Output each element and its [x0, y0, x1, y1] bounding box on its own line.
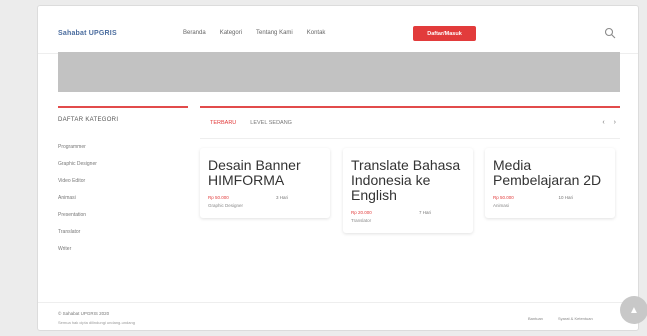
job-card[interactable]: Desain Banner HIMFORMA Rp 50.000 3 Hari …: [200, 148, 330, 218]
job-meta: Rp 20.000 7 Hari: [351, 210, 431, 215]
sidebar-title: DAFTAR KATEGORI: [58, 117, 119, 123]
footer: © Sahabat UPGRIS 2020 Semua hak cipta di…: [38, 302, 638, 330]
category-video-editor[interactable]: Video Editor: [58, 178, 188, 195]
job-card[interactable]: Media Pembelajaran 2D Rp 50.000 10 Hari …: [485, 148, 615, 218]
job-category: Animasi: [493, 203, 510, 208]
job-title: Translate Bahasa Indonesia ke English: [351, 157, 461, 203]
job-category: Translator: [351, 218, 372, 223]
job-title: Desain Banner HIMFORMA: [208, 157, 301, 188]
main-content: TERBARU LEVEL SEDANG ‹ › Desain Banner H…: [200, 106, 620, 233]
chevron-right-icon[interactable]: ›: [614, 119, 616, 126]
scroll-top-button[interactable]: ▲: [620, 296, 647, 324]
category-animasi[interactable]: Animasi: [58, 195, 188, 212]
login-register-button[interactable]: Daftar/Masuk: [413, 26, 476, 41]
job-title: Media Pembelajaran 2D: [493, 157, 602, 188]
category-translator[interactable]: Translator: [58, 229, 188, 246]
footer-link-bantuan[interactable]: Bantuan: [528, 316, 543, 321]
hero-banner: [58, 52, 620, 92]
job-duration: 3 Hari: [275, 195, 288, 200]
tab-terbaru[interactable]: TERBARU: [210, 120, 236, 126]
job-meta: Rp 50.000 10 Hari: [493, 195, 573, 200]
nav-item-tentang-kami[interactable]: Tentang Kami: [256, 30, 293, 36]
sidebar-accent-line: [58, 106, 188, 108]
footer-credit: Semua hak cipta dilindungi undang-undang: [58, 320, 135, 325]
header: Sahabat UPGRIS Beranda Kategori Tentang …: [38, 6, 638, 54]
chevron-left-icon[interactable]: ‹: [602, 119, 604, 126]
job-price: Rp 50.000: [493, 195, 514, 200]
site-logo[interactable]: Sahabat UPGRIS: [58, 30, 117, 37]
footer-link-syarat[interactable]: Syarat & Ketentuan: [558, 316, 593, 321]
job-meta: Rp 50.000 3 Hari: [208, 195, 288, 200]
job-price: Rp 50.000: [208, 195, 229, 200]
tab-level-sedang[interactable]: LEVEL SEDANG: [250, 120, 292, 126]
content-accent-line: [200, 106, 620, 108]
job-duration: 10 Hari: [558, 195, 573, 200]
job-price: Rp 20.000: [351, 210, 372, 215]
page: Sahabat UPGRIS Beranda Kategori Tentang …: [0, 0, 647, 336]
nav-item-beranda[interactable]: Beranda: [183, 30, 206, 36]
search-icon[interactable]: [604, 26, 616, 39]
main-nav: Beranda Kategori Tentang Kami Kontak: [183, 30, 325, 36]
carousel-arrows: ‹ ›: [602, 119, 616, 126]
job-card[interactable]: Translate Bahasa Indonesia ke English Rp…: [343, 148, 473, 233]
chevron-up-icon: ▲: [629, 304, 639, 316]
nav-item-kategori[interactable]: Kategori: [220, 30, 242, 36]
category-writer[interactable]: Writer: [58, 246, 188, 263]
footer-copyright: © Sahabat UPGRIS 2020: [58, 311, 110, 316]
category-graphic-designer[interactable]: Graphic Designer: [58, 161, 188, 178]
category-presentation[interactable]: Presentation: [58, 212, 188, 229]
nav-item-kontak[interactable]: Kontak: [307, 30, 326, 36]
category-sidebar: DAFTAR KATEGORI Programmer Graphic Desig…: [58, 106, 188, 263]
tab-divider: [200, 138, 620, 139]
category-programmer[interactable]: Programmer: [58, 144, 188, 161]
listing-tabs: TERBARU LEVEL SEDANG ‹ ›: [200, 112, 620, 134]
browser-window: Sahabat UPGRIS Beranda Kategori Tentang …: [37, 5, 639, 331]
job-category: Graphic Designer: [208, 203, 244, 208]
job-duration: 7 Hari: [418, 210, 431, 215]
